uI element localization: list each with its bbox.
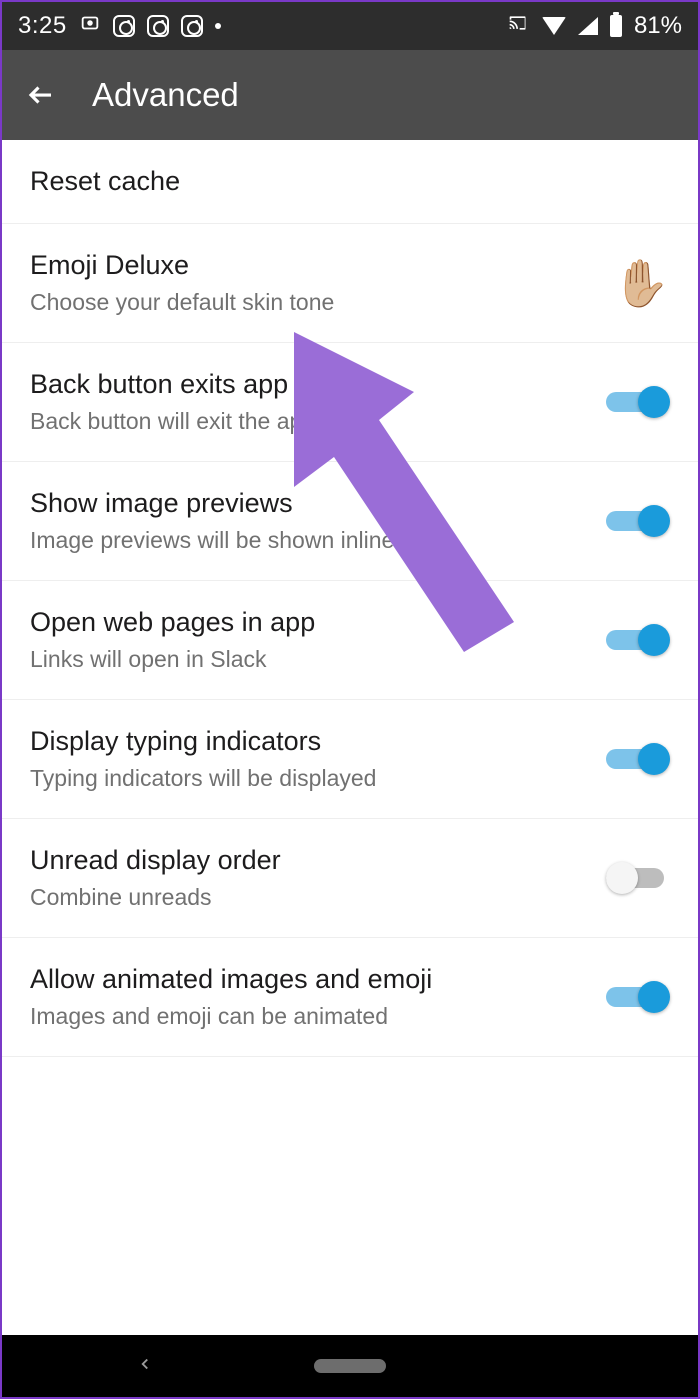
battery-icon [610,15,622,37]
toggle-unread-order[interactable] [606,859,670,897]
setting-subtitle: Typing indicators will be displayed [30,765,590,792]
nav-home-pill[interactable] [314,1359,386,1373]
toggle-animated-images[interactable] [606,978,670,1016]
instagram-icon [147,15,169,37]
setting-subtitle: Choose your default skin tone [30,289,597,316]
setting-subtitle: Combine unreads [30,884,590,911]
setting-back-button-exits[interactable]: Back button exits app Back button will e… [2,343,698,462]
setting-title: Display typing indicators [30,726,590,757]
setting-animated-images[interactable]: Allow animated images and emoji Images a… [2,938,698,1057]
notification-icon [79,12,101,41]
app-bar: Advanced [2,50,698,140]
setting-unread-order[interactable]: Unread display order Combine unreads [2,819,698,938]
battery-percent: 81% [634,12,682,40]
setting-title: Reset cache [30,166,670,197]
setting-title: Show image previews [30,488,590,519]
setting-typing-indicators[interactable]: Display typing indicators Typing indicat… [2,700,698,819]
nav-back-button[interactable] [136,1355,154,1378]
setting-title: Unread display order [30,845,590,876]
setting-subtitle: Links will open in Slack [30,646,590,673]
status-time: 3:25 [18,12,67,40]
settings-list: Reset cache Emoji Deluxe Choose your def… [2,140,698,1057]
toggle-typing-indicators[interactable] [606,740,670,778]
toggle-image-previews[interactable] [606,502,670,540]
signal-icon [578,17,598,35]
page-title: Advanced [92,76,239,114]
instagram-icon [181,15,203,37]
status-bar: 3:25 81% [2,2,698,50]
setting-emoji-deluxe[interactable]: Emoji Deluxe Choose your default skin to… [2,224,698,343]
setting-title: Back button exits app [30,369,590,400]
toggle-web-pages[interactable] [606,621,670,659]
setting-subtitle: Images and emoji can be animated [30,1003,590,1030]
setting-open-web-pages[interactable]: Open web pages in app Links will open in… [2,581,698,700]
instagram-icon [113,15,135,37]
setting-title: Emoji Deluxe [30,250,597,281]
hand-emoji-icon: ✋🏼 [613,256,670,311]
system-nav-bar [2,1335,698,1397]
toggle-back-exits[interactable] [606,383,670,421]
setting-subtitle: Image previews will be shown inline [30,527,590,554]
setting-subtitle: Back button will exit the app [30,408,590,435]
more-notifications-icon [215,23,221,29]
cast-icon [506,12,530,40]
setting-title: Open web pages in app [30,607,590,638]
setting-image-previews[interactable]: Show image previews Image previews will … [2,462,698,581]
setting-title: Allow animated images and emoji [30,964,590,995]
back-button[interactable] [26,80,56,110]
setting-reset-cache[interactable]: Reset cache [2,140,698,224]
wifi-icon [542,17,566,35]
